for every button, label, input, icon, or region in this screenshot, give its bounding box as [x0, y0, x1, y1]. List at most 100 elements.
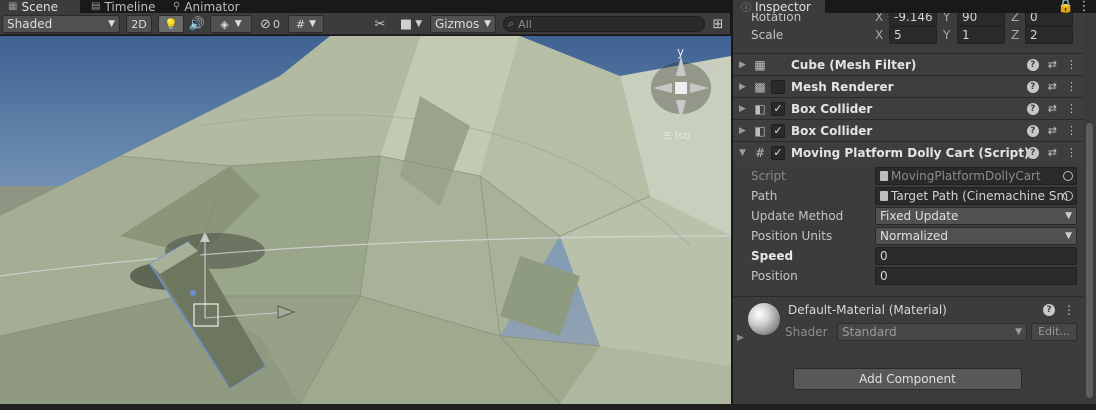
inspector-tab-strip: ⓘ Inspector 🔒 ⋮ [733, 0, 1096, 14]
iso-icon: ☰ [663, 132, 672, 142]
component-header-mesh-renderer[interactable]: ▶ ▩ Mesh Renderer ? ⇄ ⋮ [733, 75, 1083, 97]
chevron-right-icon[interactable]: ▶ [739, 126, 746, 136]
material-actions: ? ⋮ [1043, 303, 1075, 317]
axis-x-label[interactable]: X [875, 28, 889, 42]
maximize-icon[interactable]: ⊞ [710, 15, 726, 33]
component-header-mesh-filter[interactable]: ▶ ▦ Cube (Mesh Filter) ? ⇄ ⋮ [733, 53, 1083, 75]
speed-row: Speed 0 [733, 246, 1083, 266]
preset-icon[interactable]: ⇄ [1048, 146, 1057, 159]
script-label: Script [751, 169, 786, 183]
chevron-right-icon[interactable]: ▶ [737, 333, 744, 343]
scale-y-field[interactable]: 1 [957, 26, 1005, 44]
chevron-down-icon: ▼ [1065, 231, 1072, 241]
scrollbar-thumb[interactable] [1086, 123, 1093, 398]
tab-animator[interactable]: ⚲ Animator [165, 0, 255, 14]
preset-icon[interactable]: ⇄ [1048, 102, 1057, 115]
grid-snapping-dropdown[interactable]: # ▼ [288, 15, 324, 33]
object-picker-icon[interactable] [1063, 191, 1073, 201]
component-header-box-collider-2[interactable]: ▶ ◧ ✓ Box Collider ? ⇄ ⋮ [733, 119, 1083, 141]
add-component-button[interactable]: Add Component [793, 368, 1022, 390]
position-field[interactable]: 0 [875, 267, 1077, 285]
lighting-toggle[interactable]: 💡 [158, 15, 184, 33]
help-icon[interactable]: ? [1026, 58, 1039, 71]
more-icon[interactable]: ⋮ [1063, 303, 1075, 317]
help-icon[interactable]: ? [1026, 146, 1039, 159]
help-icon[interactable]: ? [1026, 80, 1039, 93]
shading-mode-value: Shaded [7, 17, 53, 31]
camera-dropdown[interactable]: ■ ▼ [396, 15, 426, 33]
update-method-value: Fixed Update [880, 209, 959, 223]
enable-checkbox[interactable]: ✓ [771, 145, 785, 160]
mode-2d-button[interactable]: 2D [126, 15, 152, 33]
component-header-box-collider[interactable]: ▶ ◧ ✓ Box Collider ? ⇄ ⋮ [733, 97, 1083, 119]
material-title: Default-Material (Material) [788, 303, 947, 317]
position-units-value: Normalized [880, 229, 949, 243]
scale-x-field[interactable]: 5 [889, 26, 937, 44]
chevron-right-icon[interactable]: ▶ [739, 104, 746, 114]
more-icon[interactable]: ⋮ [1066, 124, 1077, 137]
position-units-label: Position Units [751, 229, 833, 243]
more-icon[interactable]: ⋮ [1066, 146, 1077, 159]
speed-field[interactable]: 0 [875, 247, 1077, 265]
axis-z-label[interactable]: Z [1011, 13, 1025, 24]
axis-y-label[interactable]: Y [943, 13, 957, 24]
help-icon[interactable]: ? [1026, 102, 1039, 115]
script-field[interactable]: MovingPlatformDollyCart [875, 167, 1077, 185]
bottom-strip [0, 404, 1096, 410]
enable-checkbox[interactable]: ✓ [771, 123, 785, 138]
component-title: Box Collider [791, 101, 873, 116]
effects-dropdown[interactable]: ◈ ▼ [210, 15, 252, 33]
tab-scene[interactable]: ▦ Scene [0, 0, 80, 14]
help-icon[interactable]: ? [1043, 304, 1055, 316]
eye-slash-icon: ⊘ [260, 16, 271, 32]
position-units-dropdown[interactable]: Normalized ▼ [875, 227, 1077, 245]
update-method-row: Update Method Fixed Update ▼ [733, 206, 1083, 226]
enable-checkbox[interactable]: ✓ [771, 101, 785, 116]
object-picker-icon[interactable] [1063, 171, 1073, 181]
gizmos-label: Gizmos [435, 17, 480, 31]
speed-label[interactable]: Speed [751, 249, 793, 263]
more-icon[interactable]: ⋮ [1066, 58, 1077, 71]
update-method-label: Update Method [751, 209, 844, 223]
tab-inspector[interactable]: ⓘ Inspector [733, 0, 825, 14]
scale-z-field[interactable]: 2 [1025, 26, 1073, 44]
chevron-down-icon: ▼ [484, 19, 491, 29]
axis-x-label[interactable]: X [875, 13, 889, 24]
edit-shader-button[interactable]: Edit... [1031, 323, 1077, 341]
timeline-icon: ▤ [91, 1, 101, 12]
chevron-down-icon: ▼ [234, 19, 242, 29]
component-header-dolly-cart[interactable]: ▼ # ✓ Moving Platform Dolly Cart (Script… [733, 141, 1083, 163]
axis-y-label[interactable]: Y [943, 28, 957, 42]
cube-icon: ◧ [754, 123, 766, 138]
more-icon[interactable]: ⋮ [1066, 80, 1077, 93]
chevron-right-icon[interactable]: ▶ [739, 60, 746, 70]
scene-viewport[interactable]: y ☰ Iso [0, 36, 731, 404]
path-value: Target Path (Cinemachine Sm [891, 189, 1069, 203]
preset-icon[interactable]: ⇄ [1048, 124, 1057, 137]
projection-label[interactable]: ☰ Iso [663, 129, 690, 142]
shader-dropdown[interactable]: Standard ▼ [837, 323, 1027, 341]
enable-checkbox[interactable] [771, 79, 785, 94]
audio-toggle[interactable]: 🔊 [186, 15, 208, 33]
material-section: ▶ Default-Material (Material) ? ⋮ Shader… [733, 296, 1083, 356]
material-preview-sphere [748, 303, 780, 335]
axis-z-label[interactable]: Z [1011, 28, 1025, 42]
scale-label: Scale [751, 28, 784, 42]
chevron-down-icon[interactable]: ▼ [739, 148, 746, 158]
tools-icon[interactable]: ✂ [370, 15, 390, 33]
preset-icon[interactable]: ⇄ [1048, 58, 1057, 71]
file-icon [880, 191, 888, 201]
update-method-dropdown[interactable]: Fixed Update ▼ [875, 207, 1077, 225]
inspector-scrollbar[interactable] [1084, 13, 1094, 405]
position-label[interactable]: Position [751, 269, 798, 283]
gizmos-dropdown[interactable]: Gizmos ▼ [430, 15, 496, 33]
scene-search-input[interactable]: ⌕ All [503, 16, 705, 32]
more-icon[interactable]: ⋮ [1066, 102, 1077, 115]
chevron-right-icon[interactable]: ▶ [739, 82, 746, 92]
shading-mode-dropdown[interactable]: Shaded ▼ [2, 15, 120, 33]
path-field[interactable]: Target Path (Cinemachine Sm [875, 187, 1077, 205]
preset-icon[interactable]: ⇄ [1048, 80, 1057, 93]
tab-timeline[interactable]: ▤ Timeline [83, 0, 163, 14]
help-icon[interactable]: ? [1026, 124, 1039, 137]
hidden-objects-toggle[interactable]: ⊘ 0 [255, 15, 285, 33]
